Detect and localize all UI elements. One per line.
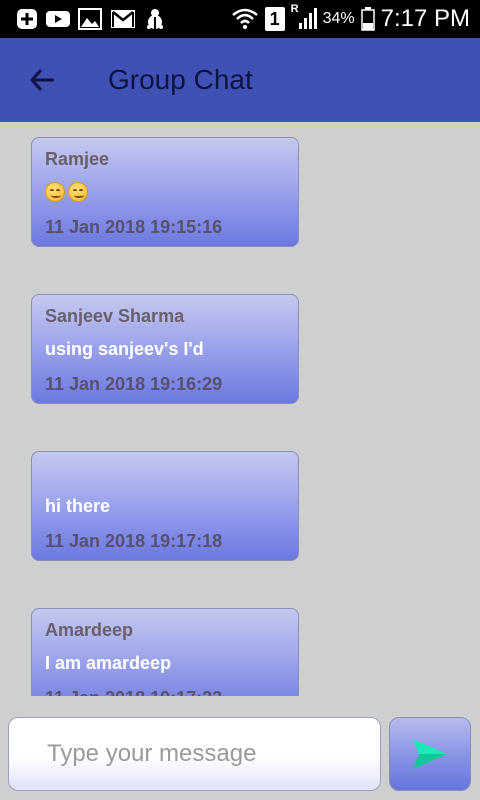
message-list[interactable]: Ramjee 11 Jan 2018 19:15:16 Sanjeev Shar…: [0, 122, 480, 696]
smile-emoji-icon: [45, 182, 65, 202]
message-sender: Ramjee: [45, 149, 110, 169]
message-text: hi there: [45, 496, 111, 516]
page-title: Group Chat: [108, 64, 253, 95]
message-time: 11 Jan 2018 19:17:23: [45, 683, 285, 696]
message-text: I am amardeep: [45, 653, 172, 673]
arrow-back-icon: [28, 66, 56, 94]
gmail-icon: [110, 9, 136, 29]
youtube-icon: [46, 9, 70, 29]
message-time: 11 Jan 2018 19:15:16: [45, 217, 223, 237]
battery-icon: [360, 7, 375, 31]
message-time: 11 Jan 2018 19:17:18: [45, 531, 223, 551]
sim-icon: 1: [264, 7, 285, 31]
message-input[interactable]: [8, 717, 381, 791]
add-icon: [16, 8, 38, 30]
clock: 7:17 PM: [380, 5, 470, 32]
send-icon: [411, 737, 449, 771]
message-sender: [45, 460, 285, 486]
message-bubble[interactable]: Sanjeev Sharma using sanjeev's I'd 11 Ja…: [31, 294, 299, 404]
message-time: 11 Jan 2018 19:16:29: [45, 374, 223, 394]
send-button[interactable]: [389, 717, 471, 791]
composer-bar: [0, 696, 480, 800]
message-sender: Amardeep: [45, 620, 134, 640]
gallery-icon: [78, 8, 102, 30]
battery-percent: 34%: [322, 10, 355, 27]
back-button[interactable]: [14, 52, 70, 108]
wifi-icon: [231, 7, 259, 31]
message-bubble[interactable]: hi there 11 Jan 2018 19:17:18: [31, 451, 299, 561]
status-bar: 1 R 34% 7:17 PM: [0, 0, 480, 38]
signal-icon: R: [291, 3, 317, 31]
message-sender: Sanjeev Sharma: [45, 306, 185, 326]
sim-slot-label: 1: [269, 9, 280, 29]
android-debug-icon: [144, 7, 166, 31]
message-bubble[interactable]: Ramjee 11 Jan 2018 19:15:16: [31, 137, 299, 247]
smile-emoji-icon: [68, 182, 88, 202]
message-emoji-row: [45, 174, 285, 210]
message-bubble[interactable]: Amardeep I am amardeep 11 Jan 2018 19:17…: [31, 608, 299, 696]
app-bar: Group Chat: [0, 38, 480, 122]
roaming-label: R: [290, 3, 299, 15]
message-text: using sanjeev's I'd: [45, 339, 204, 359]
